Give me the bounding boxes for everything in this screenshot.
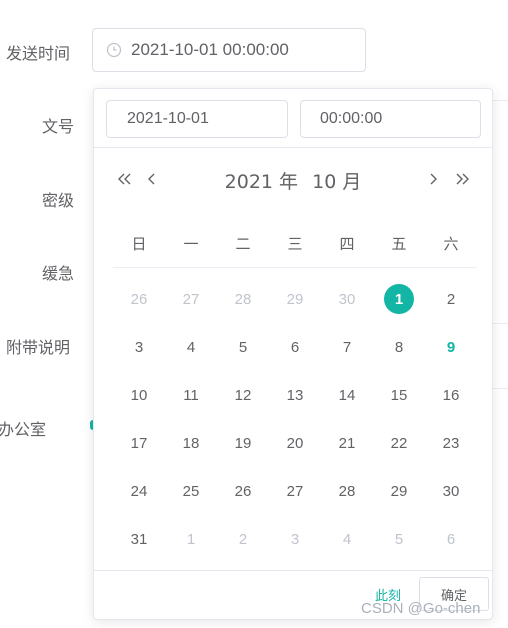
- day-cell[interactable]: 21: [321, 428, 373, 458]
- other-month-day-cell[interactable]: 2: [217, 524, 269, 554]
- picker-time-input[interactable]: 00:00:00: [300, 100, 481, 138]
- week-row: 26 27 28 29 30 1 2: [113, 275, 477, 323]
- label-urgency: 缓急: [42, 264, 75, 283]
- day-cell[interactable]: 15: [373, 380, 425, 410]
- day-cell[interactable]: 19: [217, 428, 269, 458]
- row-divider: [493, 323, 508, 324]
- weekday-label: 二: [235, 235, 251, 253]
- weekday-divider: [113, 267, 477, 268]
- selected-day-label: 1: [384, 284, 414, 314]
- weekday-header: 日一二三四五六: [113, 233, 477, 255]
- other-month-day-cell[interactable]: 28: [217, 284, 269, 314]
- day-cell[interactable]: 5: [217, 332, 269, 362]
- day-cell[interactable]: 3: [113, 332, 165, 362]
- weekday-label: 一: [183, 235, 199, 253]
- send-time-input[interactable]: 2021-10-01 00:00:00: [92, 28, 366, 72]
- other-month-day-cell[interactable]: 1: [165, 524, 217, 554]
- label-doc-no: 文号: [42, 117, 75, 136]
- send-time-value: 2021-10-01 00:00:00: [131, 40, 289, 59]
- day-cell[interactable]: 13: [269, 380, 321, 410]
- week-row: 31 1 2 3 4 5 6: [113, 515, 477, 563]
- day-cell[interactable]: 2: [425, 284, 477, 314]
- day-cell[interactable]: 8: [373, 332, 425, 362]
- picker-date-input[interactable]: 2021-10-01: [106, 100, 288, 138]
- day-cell[interactable]: 23: [425, 428, 477, 458]
- weekday-label: 六: [443, 235, 459, 253]
- other-month-day-cell[interactable]: 27: [165, 284, 217, 314]
- day-cell[interactable]: 20: [269, 428, 321, 458]
- other-month-day-cell[interactable]: 26: [113, 284, 165, 314]
- day-cell[interactable]: 10: [113, 380, 165, 410]
- day-cell[interactable]: 12: [217, 380, 269, 410]
- label-send-time: 发送时间: [6, 44, 71, 63]
- watermark: CSDN @Go-chen: [361, 600, 481, 617]
- week-row: 3456789: [113, 323, 477, 371]
- selected-day-cell[interactable]: 1: [373, 284, 425, 314]
- day-cell[interactable]: 30: [425, 476, 477, 506]
- label-attach-note: 附带说明: [6, 338, 71, 357]
- next-month-icon[interactable]: [427, 169, 439, 189]
- clock-icon: [106, 42, 122, 58]
- day-cell[interactable]: 22: [373, 428, 425, 458]
- day-cell[interactable]: 26: [217, 476, 269, 506]
- other-month-day-cell[interactable]: 29: [269, 284, 321, 314]
- row-divider: [493, 100, 508, 101]
- day-cell[interactable]: 25: [165, 476, 217, 506]
- day-cell[interactable]: 14: [321, 380, 373, 410]
- day-cell[interactable]: 6: [269, 332, 321, 362]
- day-cell[interactable]: 17: [113, 428, 165, 458]
- other-month-day-cell[interactable]: 3: [269, 524, 321, 554]
- weekday-label: 日: [131, 235, 147, 253]
- label-office: 办公室: [0, 420, 47, 439]
- other-month-day-cell[interactable]: 5: [373, 524, 425, 554]
- row-divider: [493, 388, 508, 389]
- day-cell[interactable]: 29: [373, 476, 425, 506]
- day-cell[interactable]: 18: [165, 428, 217, 458]
- label-secret-level: 密级: [42, 191, 75, 210]
- day-cell[interactable]: 4: [165, 332, 217, 362]
- month-label[interactable]: 10 月: [312, 171, 361, 193]
- week-row: 17 18 19 20 21 22 23: [113, 419, 477, 467]
- day-cell[interactable]: 11: [165, 380, 217, 410]
- day-cell[interactable]: 24: [113, 476, 165, 506]
- datetime-picker-panel: 2021-10-01 00:00:00 2021 年 10 月 日一二三四五六 …: [93, 88, 493, 620]
- other-month-day-cell[interactable]: 30: [321, 284, 373, 314]
- weekday-label: 四: [339, 235, 355, 253]
- day-cell[interactable]: 16: [425, 380, 477, 410]
- week-row: 10 11 12 13 14 15 16: [113, 371, 477, 419]
- weekday-label: 五: [391, 235, 407, 253]
- day-cell[interactable]: 27: [269, 476, 321, 506]
- day-grid: 26 27 28 29 30 1 2 3 4 5 6 7 8 9 10 11 12 13 14 15 16 17 18 19 2…: [113, 275, 477, 563]
- weekday-label: 三: [287, 235, 303, 253]
- day-cell[interactable]: 31: [113, 524, 165, 554]
- next-year-icon[interactable]: [455, 169, 471, 189]
- other-month-day-cell[interactable]: 6: [425, 524, 477, 554]
- other-month-day-cell[interactable]: 4: [321, 524, 373, 554]
- week-row: 24 25 26 27 28 29 30: [113, 467, 477, 515]
- year-label[interactable]: 2021 年: [225, 171, 298, 193]
- today-day-cell[interactable]: 9: [425, 332, 477, 362]
- day-cell[interactable]: 7: [321, 332, 373, 362]
- day-cell[interactable]: 28: [321, 476, 373, 506]
- picker-header: 2021-10-01 00:00:00: [94, 89, 492, 148]
